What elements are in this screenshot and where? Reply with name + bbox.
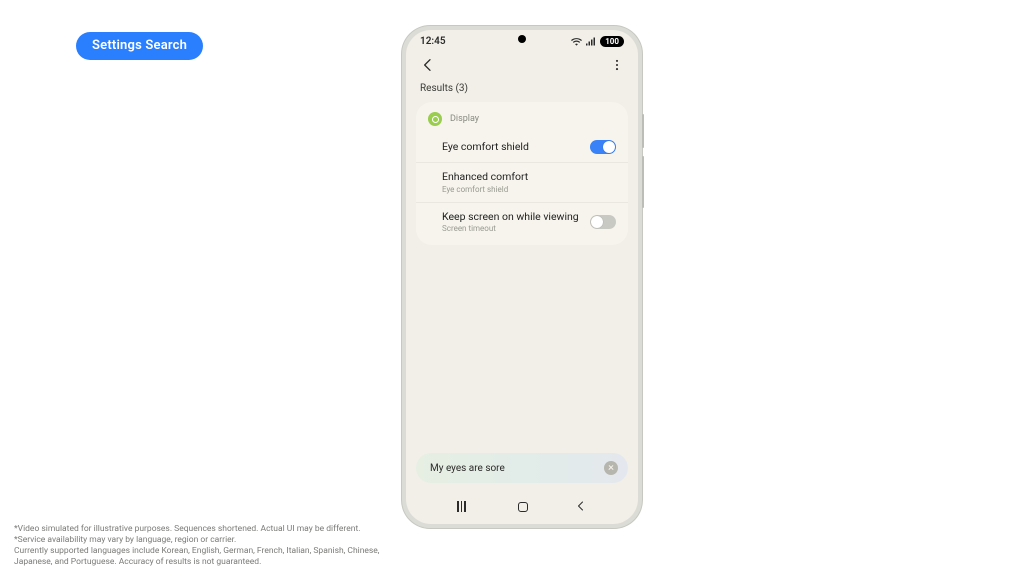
phone-side-button xyxy=(642,114,644,148)
item-subtitle: Screen timeout xyxy=(442,224,579,233)
phone-side-button xyxy=(642,156,644,208)
result-item-keep-screen-on[interactable]: Keep screen on while viewing Screen time… xyxy=(416,202,628,242)
search-query: My eyes are sore xyxy=(430,463,604,474)
clear-search-button[interactable] xyxy=(604,461,618,475)
item-title: Keep screen on while viewing xyxy=(442,211,579,224)
phone-frame: 12:45 100 Results (3) D xyxy=(402,26,642,528)
camera-hole xyxy=(518,35,526,43)
item-title: Enhanced comfort xyxy=(442,171,528,184)
footnote-line: *Video simulated for illustrative purpos… xyxy=(14,524,414,535)
footnotes: *Video simulated for illustrative purpos… xyxy=(14,524,414,568)
search-bar[interactable]: My eyes are sore xyxy=(416,453,628,483)
navigation-bar xyxy=(406,491,638,524)
app-header xyxy=(406,49,638,79)
wifi-icon xyxy=(571,37,582,46)
back-button[interactable] xyxy=(420,57,436,73)
status-time: 12:45 xyxy=(420,36,446,47)
more-options-button[interactable] xyxy=(610,58,624,72)
footnote-line: Currently supported languages include Ko… xyxy=(14,546,414,568)
result-item-eye-comfort-shield[interactable]: Eye comfort shield xyxy=(416,132,628,162)
nav-home-button[interactable] xyxy=(518,502,528,512)
section-header: Display xyxy=(416,112,628,132)
result-item-enhanced-comfort[interactable]: Enhanced comfort Eye comfort shield xyxy=(416,162,628,202)
footnote-line: *Service availability may vary by langua… xyxy=(14,535,414,546)
display-section-icon xyxy=(428,112,442,126)
item-title: Eye comfort shield xyxy=(442,141,529,154)
toggle-keep-screen-on[interactable] xyxy=(590,215,616,229)
results-count: Results (3) xyxy=(406,79,638,102)
phone-screen: 12:45 100 Results (3) D xyxy=(406,30,638,524)
nav-back-button[interactable] xyxy=(575,497,587,516)
toggle-eye-comfort-shield[interactable] xyxy=(590,140,616,154)
section-label: Display xyxy=(450,114,479,124)
nav-recent-button[interactable] xyxy=(457,506,471,508)
item-subtitle: Eye comfort shield xyxy=(442,185,528,194)
battery-pill: 100 xyxy=(600,36,624,47)
signal-icon xyxy=(586,37,596,46)
feature-badge: Settings Search xyxy=(76,32,203,60)
results-card: Display Eye comfort shield Enhanced comf… xyxy=(416,102,628,245)
